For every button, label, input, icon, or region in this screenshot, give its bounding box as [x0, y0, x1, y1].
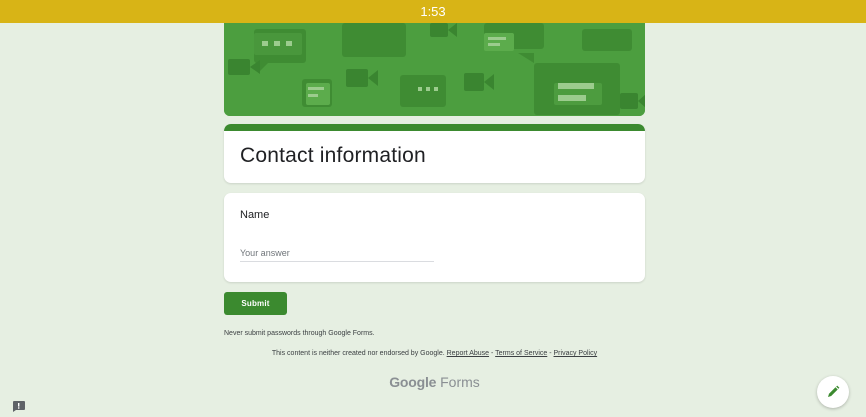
password-warning: Never submit passwords through Google Fo…: [224, 330, 375, 337]
form-title: Contact information: [240, 144, 426, 167]
submit-button[interactable]: Submit: [224, 292, 287, 315]
form-header-banner: [224, 23, 645, 116]
disclaimer-text: This content is neither created nor endo…: [271, 350, 445, 357]
edit-fab-button[interactable]: [817, 376, 849, 408]
feedback-icon[interactable]: [12, 399, 25, 412]
report-abuse-link[interactable]: Report Abuse: [447, 350, 489, 357]
chat-bubble-pattern-icon: [224, 23, 645, 116]
answer-input[interactable]: [240, 245, 434, 262]
form-title-card: Contact information: [224, 124, 645, 183]
privacy-policy-link[interactable]: Privacy Policy: [554, 350, 598, 357]
pencil-icon: [828, 385, 840, 397]
status-bar: 1:53: [0, 0, 866, 23]
terms-of-service-link[interactable]: Terms of Service: [495, 350, 547, 357]
status-time: 1:53: [420, 4, 446, 19]
title-card-accent-bar: [224, 124, 645, 131]
footer-disclaimer: This content is neither created nor endo…: [224, 350, 645, 357]
brand-google: Google: [389, 374, 437, 390]
question-card-name: Name: [224, 193, 645, 282]
question-label: Name: [240, 209, 270, 221]
brand-forms: Forms: [436, 374, 480, 390]
google-forms-logo[interactable]: Google Forms: [224, 374, 645, 390]
